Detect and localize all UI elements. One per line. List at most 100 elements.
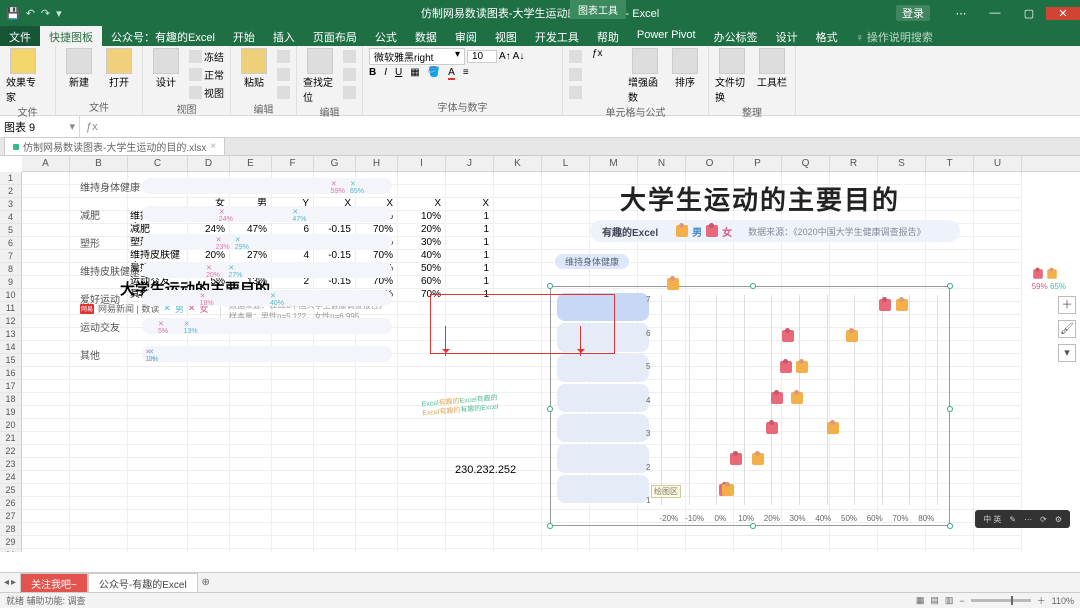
col-G[interactable]: G: [314, 156, 356, 171]
col-K[interactable]: K: [494, 156, 542, 171]
row-26[interactable]: 26: [0, 497, 22, 510]
tab-gzh[interactable]: 公众号：有趣的Excel: [102, 26, 224, 46]
tab-review[interactable]: 审阅: [446, 26, 486, 46]
row-28[interactable]: 28: [0, 523, 22, 536]
row-16[interactable]: 16: [0, 367, 22, 380]
col-T[interactable]: T: [926, 156, 974, 171]
design-button[interactable]: 设计: [149, 48, 183, 89]
col-C[interactable]: C: [128, 156, 188, 171]
tab-insert[interactable]: 插入: [264, 26, 304, 46]
border-icon[interactable]: ▦: [410, 67, 419, 80]
font-select[interactable]: 微软雅黑right▾: [369, 48, 465, 65]
row-29[interactable]: 29: [0, 536, 22, 549]
row-3[interactable]: 3: [0, 198, 22, 211]
col-Q[interactable]: Q: [782, 156, 830, 171]
col-O[interactable]: O: [686, 156, 734, 171]
normal-button[interactable]: 正常: [189, 66, 224, 83]
row-7[interactable]: 7: [0, 250, 22, 263]
tab-data[interactable]: 数据: [406, 26, 446, 46]
row-11[interactable]: 11: [0, 302, 22, 315]
fx-icon[interactable]: ƒx: [80, 121, 104, 133]
tab-layout[interactable]: 页面布局: [304, 26, 366, 46]
close-tab-icon[interactable]: ×: [210, 141, 216, 152]
row-10[interactable]: 10: [0, 289, 22, 302]
col-U[interactable]: U: [974, 156, 1022, 171]
toolbar-button[interactable]: 工具栏: [755, 48, 789, 89]
row-12[interactable]: 12: [0, 315, 22, 328]
col-E[interactable]: E: [230, 156, 272, 171]
row-6[interactable]: 6: [0, 237, 22, 250]
col-I[interactable]: I: [398, 156, 446, 171]
sheet-tab-1[interactable]: 关注我吧~: [20, 573, 88, 593]
fill-color-icon[interactable]: 🪣: [428, 67, 440, 80]
col-R[interactable]: R: [830, 156, 878, 171]
tab-pp[interactable]: Power Pivot: [628, 26, 705, 46]
ribbon-opts-icon[interactable]: ⋯: [944, 7, 978, 20]
row-1[interactable]: 1: [0, 172, 22, 185]
sheet-tab-2[interactable]: 公众号-有趣的Excel: [88, 573, 198, 593]
maximize-icon[interactable]: ▢: [1012, 7, 1046, 20]
shrink-font-icon[interactable]: A↓: [513, 51, 525, 62]
tab-formula[interactable]: 公式: [366, 26, 406, 46]
new-button[interactable]: 新建: [62, 48, 96, 89]
login-button[interactable]: 登录: [896, 5, 930, 21]
switch-button[interactable]: 文件切换: [715, 48, 749, 104]
add-sheet-icon[interactable]: ⊕: [198, 577, 214, 588]
row-22[interactable]: 22: [0, 445, 22, 458]
row-30[interactable]: 30: [0, 549, 22, 552]
save-icon[interactable]: 💾: [6, 7, 20, 20]
view-layout-icon[interactable]: ▤: [930, 595, 939, 606]
row-20[interactable]: 20: [0, 419, 22, 432]
zoom-out-icon[interactable]: −: [959, 596, 964, 606]
tab-dev[interactable]: 开发工具: [526, 26, 588, 46]
col-P[interactable]: P: [734, 156, 782, 171]
view-normal-icon[interactable]: ▦: [916, 595, 925, 606]
effect-expert-button[interactable]: 效果专家: [6, 48, 40, 104]
view-button[interactable]: 视图: [189, 84, 224, 101]
paste-button[interactable]: 粘贴: [237, 48, 271, 89]
tab-office[interactable]: 办公标签: [705, 26, 767, 46]
col-F[interactable]: F: [272, 156, 314, 171]
dark-toolbar[interactable]: 中 英✎⋯⟳⚙: [975, 510, 1070, 528]
col-D[interactable]: D: [188, 156, 230, 171]
font-color-icon[interactable]: A: [448, 67, 455, 80]
zoom-in-icon[interactable]: ＋: [1037, 594, 1046, 607]
sort-button[interactable]: 排序: [668, 48, 702, 89]
chart-filter-icon[interactable]: ▾: [1058, 344, 1076, 362]
row-17[interactable]: 17: [0, 380, 22, 393]
tab-view[interactable]: 视图: [486, 26, 526, 46]
row-5[interactable]: 5: [0, 224, 22, 237]
minimize-icon[interactable]: —: [978, 7, 1012, 20]
freeze-button[interactable]: 冻结: [189, 48, 224, 65]
row-25[interactable]: 25: [0, 484, 22, 497]
row-15[interactable]: 15: [0, 354, 22, 367]
tab-design[interactable]: 设计: [767, 26, 807, 46]
chart-add-icon[interactable]: ＋: [1058, 296, 1076, 314]
row-19[interactable]: 19: [0, 406, 22, 419]
row-18[interactable]: 18: [0, 393, 22, 406]
name-box[interactable]: 图表 9▾: [0, 116, 80, 137]
bold-icon[interactable]: B: [369, 67, 376, 80]
row-14[interactable]: 14: [0, 341, 22, 354]
align-icon[interactable]: ≡: [463, 67, 469, 80]
tab-home[interactable]: 开始: [224, 26, 264, 46]
fontsize-select[interactable]: 10: [467, 50, 497, 63]
redo-icon[interactable]: ↷: [41, 7, 50, 20]
underline-icon[interactable]: U: [395, 67, 402, 80]
row-21[interactable]: 21: [0, 432, 22, 445]
tab-help[interactable]: 帮助: [588, 26, 628, 46]
row-4[interactable]: 4: [0, 211, 22, 224]
find-button[interactable]: 查找定位: [303, 48, 337, 104]
col-L[interactable]: L: [542, 156, 590, 171]
tab-quick[interactable]: 快捷图板: [40, 26, 102, 46]
tab-format[interactable]: 格式: [807, 26, 847, 46]
row-2[interactable]: 2: [0, 185, 22, 198]
zoom-level[interactable]: 110%: [1052, 596, 1074, 606]
col-J[interactable]: J: [446, 156, 494, 171]
row-27[interactable]: 27: [0, 510, 22, 523]
row-9[interactable]: 9: [0, 276, 22, 289]
col-M[interactable]: M: [590, 156, 638, 171]
row-8[interactable]: 8: [0, 263, 22, 276]
view-break-icon[interactable]: ▥: [945, 595, 954, 606]
col-S[interactable]: S: [878, 156, 926, 171]
